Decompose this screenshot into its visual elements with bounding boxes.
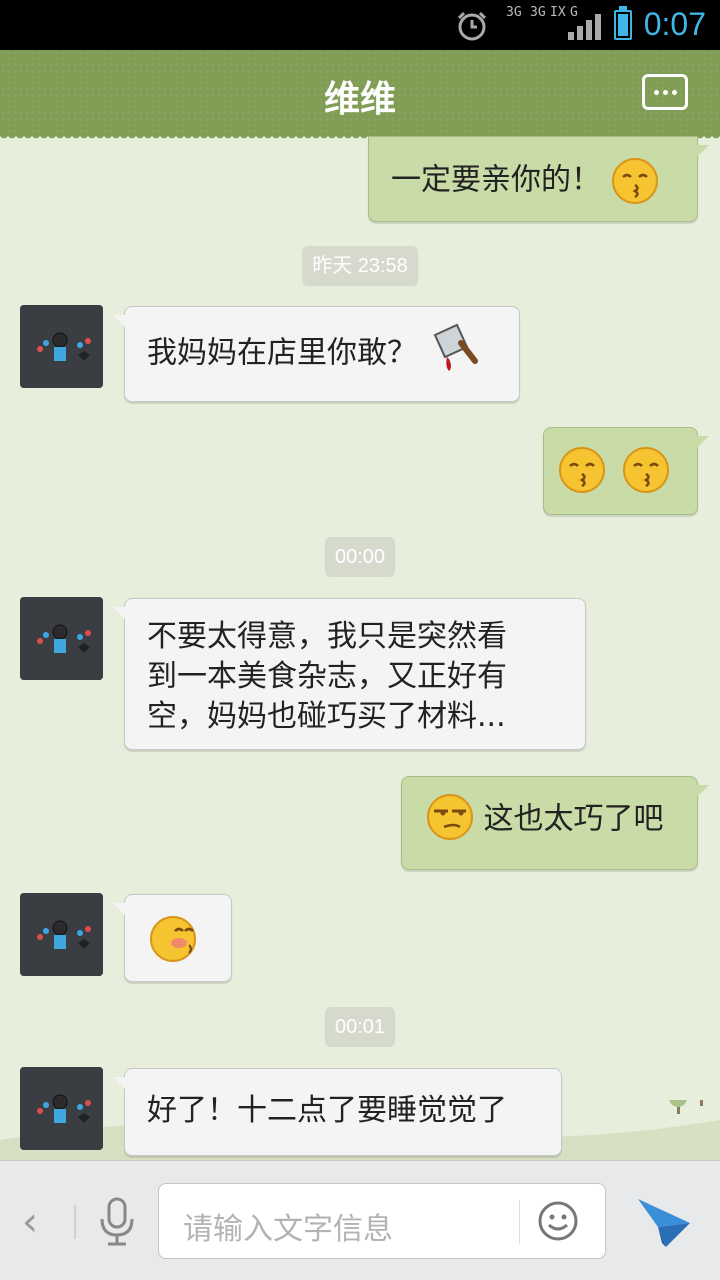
message-bubble-incoming[interactable]: 好了！十二点了要睡觉觉了	[113, 1068, 562, 1156]
chat-area[interactable]: 一定要亲你的！ 昨天 23:58 我妈妈在店里你敢？ 00:00 不要太得意，我…	[0, 136, 720, 1160]
cleaver-emoji-icon	[433, 323, 478, 371]
alarm-icon	[457, 11, 487, 41]
timestamp-separator: 昨天 23:58	[302, 246, 418, 286]
message-text: 一定要亲你的！	[391, 162, 601, 198]
send-icon[interactable]	[636, 1197, 692, 1249]
shy-emoji-icon	[150, 916, 196, 962]
kiss-emoji-icon	[611, 158, 658, 204]
message-text-line: 空，妈妈也碰巧买了材料...	[147, 699, 506, 734]
divider	[74, 1205, 76, 1239]
smug-emoji-icon	[427, 794, 473, 840]
chat-title: 维维	[323, 79, 396, 120]
more-options-button[interactable]	[642, 74, 688, 110]
kiss-emoji-icon	[559, 447, 605, 493]
message-bubble-outgoing[interactable]	[543, 427, 709, 515]
divider	[519, 1200, 520, 1244]
message-bubble-outgoing[interactable]: 这也太巧了吧	[401, 776, 709, 870]
signal-strength-icon	[568, 12, 602, 40]
message-input[interactable]: 请输入文字信息	[158, 1183, 606, 1259]
avatar-image	[20, 893, 103, 976]
avatar[interactable]	[20, 597, 103, 680]
battery-icon	[614, 6, 632, 40]
message-bubble-incoming[interactable]	[113, 894, 232, 982]
title-bar: 维维	[0, 50, 720, 142]
kiss-emoji-icon	[622, 447, 669, 493]
input-bar: ‹ 请输入文字信息	[0, 1160, 720, 1280]
message-text-line: 到一本美食杂志，又正好有	[147, 659, 507, 694]
network-type-label: 3G	[530, 5, 546, 20]
message-text: 这也太巧了吧	[483, 801, 664, 837]
avatar[interactable]	[20, 1067, 103, 1150]
avatar[interactable]	[20, 305, 103, 388]
timestamp-separator: 00:01	[324, 1007, 396, 1047]
avatar[interactable]	[20, 893, 103, 976]
network-type-label: 3G	[506, 5, 522, 20]
microphone-icon[interactable]	[98, 1197, 136, 1247]
avatar-image	[20, 305, 103, 388]
status-bar: 3G 3G IX G 0:07	[0, 0, 720, 50]
message-bubble-outgoing[interactable]: 一定要亲你的！	[368, 136, 709, 222]
avatar-image	[20, 1067, 103, 1150]
status-time: 0:07	[643, 6, 706, 42]
message-text: 好了！十二点了要睡觉觉了	[147, 1093, 507, 1128]
message-input-placeholder: 请输入文字信息	[183, 1212, 393, 1247]
avatar-image	[20, 597, 103, 680]
collapse-button[interactable]: ‹	[22, 1199, 38, 1245]
timestamp-separator: 00:00	[324, 537, 396, 577]
message-text-line: 不要太得意，我只是突然看	[147, 619, 507, 654]
network-type-label: IX	[550, 5, 566, 20]
message-bubble-incoming[interactable]: 不要太得意，我只是突然看 到一本美食杂志，又正好有 空，妈妈也碰巧买了材料...	[113, 598, 586, 750]
message-text: 我妈妈在店里你敢？	[147, 335, 417, 371]
message-bubble-incoming[interactable]: 我妈妈在店里你敢？	[113, 306, 520, 402]
emoji-picker-icon[interactable]	[537, 1200, 579, 1242]
